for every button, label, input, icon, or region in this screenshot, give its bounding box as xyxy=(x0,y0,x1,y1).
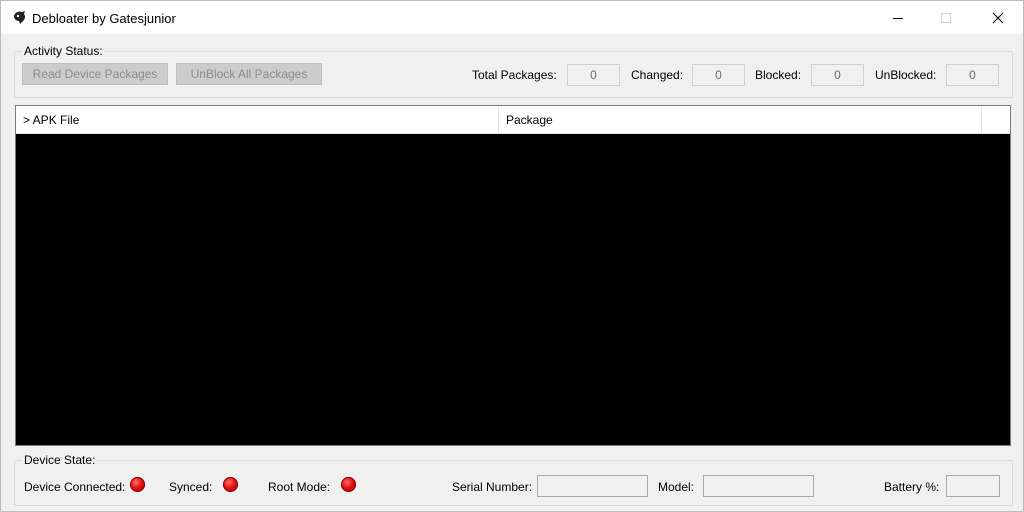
battery-field xyxy=(946,475,1000,497)
maximize-button[interactable] xyxy=(923,1,969,34)
device-connected-label: Device Connected: xyxy=(24,480,126,494)
maximize-icon xyxy=(941,12,951,23)
package-list-view[interactable]: > APK File Package xyxy=(15,105,1011,446)
app-window: Debloater by Gatesjunior Activity Status… xyxy=(0,0,1024,512)
blocked-label: Blocked: xyxy=(755,68,802,82)
close-button[interactable] xyxy=(975,1,1021,34)
changed-value: 0 xyxy=(692,64,745,86)
serial-number-label: Serial Number: xyxy=(452,480,533,494)
total-packages-value: 0 xyxy=(567,64,620,86)
minimize-button[interactable] xyxy=(875,1,921,34)
column-apk-file[interactable]: > APK File xyxy=(16,106,499,134)
blocked-value: 0 xyxy=(811,64,864,86)
activity-status-label: Activity Status: xyxy=(22,44,105,58)
total-packages-label: Total Packages: xyxy=(472,68,557,82)
model-field xyxy=(703,475,814,497)
model-label: Model: xyxy=(658,480,695,494)
title-bar: Debloater by Gatesjunior xyxy=(1,1,1023,34)
synced-indicator-icon xyxy=(223,477,238,492)
unblocked-label: UnBlocked: xyxy=(875,68,937,82)
root-mode-label: Root Mode: xyxy=(268,480,331,494)
synced-label: Synced: xyxy=(169,480,213,494)
column-package[interactable]: Package xyxy=(499,106,982,134)
list-header: > APK File Package xyxy=(16,106,1010,134)
battery-label: Battery %: xyxy=(884,480,940,494)
root-mode-indicator-icon xyxy=(341,477,356,492)
serial-number-field xyxy=(537,475,648,497)
close-icon xyxy=(992,12,1004,23)
minimize-icon xyxy=(893,17,903,19)
changed-label: Changed: xyxy=(631,68,684,82)
unblock-all-packages-button[interactable]: UnBlock All Packages xyxy=(176,63,322,85)
window-title: Debloater by Gatesjunior xyxy=(32,11,176,26)
device-state-label: Device State: xyxy=(22,453,98,467)
read-device-packages-button[interactable]: Read Device Packages xyxy=(22,63,168,85)
device-connected-indicator-icon xyxy=(130,477,145,492)
unblocked-value: 0 xyxy=(946,64,999,86)
app-logo-icon xyxy=(12,10,28,25)
